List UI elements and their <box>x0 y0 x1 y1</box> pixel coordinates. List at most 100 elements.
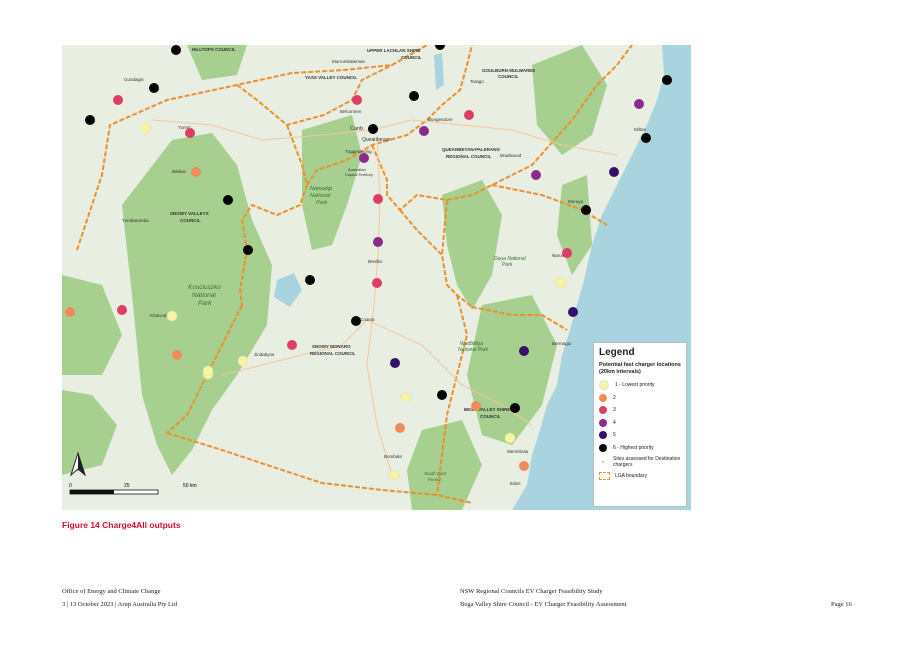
label-jindabyne: Jindabyne <box>254 352 275 357</box>
priority-swatch-icon <box>599 393 607 402</box>
label-bermagui: Bermagui <box>552 341 571 346</box>
label-batlow: Batlow <box>172 169 186 174</box>
label-bombala: Bombala <box>384 454 402 459</box>
label-tarago: Tarago <box>470 79 484 84</box>
priority-swatch-icon <box>599 443 607 452</box>
footer-left-1: Office of Energy and Climate Change <box>62 588 161 595</box>
label-upper-lachlan: UPPER LACHLAN SHIRE <box>367 48 421 53</box>
legend-sites-label: Sites assessed for Destination chargers <box>613 456 681 468</box>
label-wadbilliga-2: National Park <box>458 347 489 353</box>
legend-item-priority-2: 2 <box>599 392 681 405</box>
legend-item-sites: Sites assessed for Destination chargers <box>599 454 681 470</box>
charger-location-dot <box>171 45 181 55</box>
charger-location-dot <box>504 432 516 444</box>
charger-location-dot <box>531 170 541 180</box>
label-murrumbateman: Murrumbateman <box>332 59 366 64</box>
label-canberra: Canb <box>350 126 363 132</box>
legend-item-priority-6: 6 - Highest priority <box>599 442 681 455</box>
charger-location-dot <box>351 316 361 326</box>
charger-location-dot <box>237 355 249 367</box>
priority-swatch-icon <box>599 418 607 427</box>
legend-item-priority-3: 3 <box>599 404 681 417</box>
label-goulburn: GOULBURN MULWAREE <box>482 68 535 73</box>
charger-location-dot <box>166 310 178 322</box>
label-bungendore: Bungendore <box>428 117 453 122</box>
label-kosciuszko-3: Park <box>198 300 212 307</box>
legend-item-lga: LGA boundary <box>599 470 681 483</box>
charger-location-dot <box>305 275 315 285</box>
charger-location-dot <box>243 245 253 255</box>
legend-title: Legend <box>599 347 635 358</box>
label-hilltops: HILLTOPS COUNCIL <box>192 47 236 52</box>
label-belconnen: Belconnen <box>340 109 362 114</box>
label-bega: BEGA VALLEY SHIRE <box>464 407 510 412</box>
charger-location-dot <box>202 365 214 377</box>
footer-left-2: 3 | 13 October 2023 | Arup Australia Pty… <box>62 601 178 608</box>
priority-swatch-icon <box>599 431 607 440</box>
sites-dot-icon <box>602 461 604 463</box>
scale-label-50: 50 km <box>183 483 197 489</box>
charger-location-dot <box>359 153 369 163</box>
charger-location-dot <box>609 167 619 177</box>
legend-item-priority-4: 4 <box>599 417 681 430</box>
label-gundagai: Gundagai <box>124 77 144 82</box>
label-bega-2: COUNCIL <box>480 414 501 419</box>
legend-item-label: 6 - Highest priority <box>613 444 654 451</box>
footer-center-2: Bega Valley Shire Council - EV Charger F… <box>460 601 627 608</box>
charger-location-dot <box>373 237 383 247</box>
map-legend: Legend Potential fast charger locations … <box>593 342 687 507</box>
charger-location-dot <box>117 305 127 315</box>
legend-item-label: 4 <box>613 419 616 426</box>
charger-location-dot <box>419 126 429 136</box>
legend-item-label: 1 - Lowest priority <box>615 382 655 389</box>
label-kosciuszko-2: National <box>192 292 216 299</box>
scale-label-25: 25 <box>124 483 130 489</box>
label-eden: Eden <box>510 481 521 486</box>
charger-location-dot <box>400 391 412 403</box>
footer-center-1: NSW Regional Councils EV Charger Feasibi… <box>460 588 603 595</box>
legend-item-label: 2 <box>613 394 616 401</box>
charger-location-dot <box>510 403 520 413</box>
charger-location-dot <box>390 358 400 368</box>
label-qpr: QUEANBEYAN-PALERANG <box>442 147 501 152</box>
scale-label-0: 0 <box>69 483 72 489</box>
charger-location-dot <box>368 124 378 134</box>
figure-caption: Figure 14 Charge4All outputs <box>62 520 181 530</box>
charger-location-dot <box>519 346 529 356</box>
charger-location-dot <box>140 122 152 134</box>
charger-location-dot <box>568 307 578 317</box>
label-bredbo: Bredbo <box>368 259 383 264</box>
label-namadgi-2: National <box>310 193 331 199</box>
charger-location-dot <box>662 75 672 85</box>
label-braidwood: Braidwood <box>500 153 522 158</box>
charger-location-dot <box>388 469 400 481</box>
charger-location-dot <box>172 350 182 360</box>
label-namadgi-3: Park <box>316 200 328 206</box>
legend-item-label: 3 <box>613 407 616 414</box>
label-milton: Milton <box>634 127 647 132</box>
priority-swatch-icon <box>599 380 609 391</box>
label-merimbula: Merimbula <box>507 449 529 454</box>
priority-swatch-icon <box>599 406 607 415</box>
label-upper-lachlan-2: COUNCIL <box>401 55 422 60</box>
legend-subtitle: Potential fast charger locations (20km i… <box>599 362 681 375</box>
charger-location-dot <box>409 91 419 101</box>
label-namadgi: Namadgi <box>310 186 333 192</box>
legend-item-priority-1: 1 - Lowest priority <box>599 379 681 392</box>
label-south-east-forest: South East <box>424 471 447 476</box>
charger-location-dot <box>634 99 644 109</box>
label-cooma: Cooma <box>360 317 375 322</box>
label-snowy-valleys: SNOWY VALLEYS <box>170 211 209 216</box>
lga-boundary-icon <box>599 472 610 481</box>
label-snowy-valleys-2: COUNCIL <box>180 218 201 223</box>
label-act-2: Capital Territory <box>345 172 373 177</box>
label-tumbarumba: Tumbarumba <box>122 218 149 223</box>
charger-location-dot <box>641 133 651 143</box>
label-moruya: Moruya <box>568 199 584 204</box>
charger-location-dot <box>113 95 123 105</box>
label-kosciuszko: Kosciuszko <box>188 284 221 291</box>
label-queanbeyan: Queanbeyan <box>362 137 391 143</box>
charger-location-dot <box>287 340 297 350</box>
charger-location-dot <box>395 423 405 433</box>
charger-location-dot <box>581 205 591 215</box>
